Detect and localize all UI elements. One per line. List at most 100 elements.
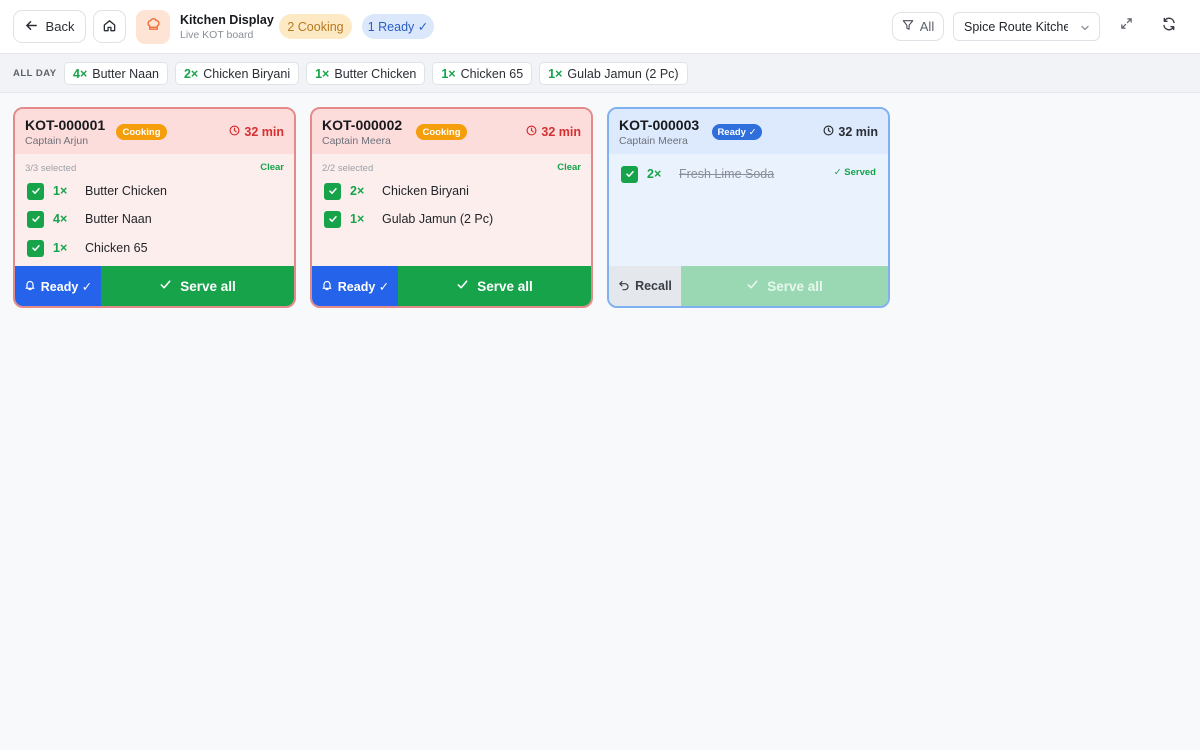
chip-qty: 2×	[183, 66, 199, 81]
timer-value: 32 min	[838, 125, 878, 139]
status-badge: Ready ✓	[712, 124, 762, 140]
kot-item[interactable]: 1× Chicken 65	[27, 239, 148, 257]
all-day-bar: ALL DAY 4× Butter Naan 2× Chicken Biryani …	[0, 54, 1200, 93]
kot-item[interactable]: 1× Gulab Jamun (2 Pc)	[324, 210, 493, 228]
filter-icon	[902, 19, 914, 34]
bell-icon	[24, 279, 36, 294]
all-day-chip[interactable]: 1× Butter Chicken	[306, 62, 426, 85]
captain-name: Captain Meera	[619, 135, 688, 147]
checkbox-checked-icon[interactable]	[27, 210, 44, 228]
item-qty: 1×	[350, 212, 365, 226]
mark-ready-button[interactable]: Ready ✓	[15, 266, 101, 306]
app-title: Kitchen Display	[180, 13, 274, 27]
item-name: Gulab Jamun (2 Pc)	[382, 212, 494, 226]
all-day-chip[interactable]: 1× Gulab Jamun (2 Pc)	[539, 62, 688, 85]
item-name: Fresh Lime Soda	[679, 167, 775, 181]
checkbox-checked-icon[interactable]	[324, 182, 341, 200]
check-icon	[456, 278, 469, 294]
kot-item[interactable]: 1× Butter Chicken	[27, 182, 167, 200]
recall-button[interactable]: Recall	[609, 266, 681, 306]
top-bar: Back Kitchen Display Live KOT board 2 Co…	[0, 0, 1200, 54]
kot-id: KOT-000001	[25, 117, 106, 133]
chip-qty: 4×	[73, 66, 88, 81]
status-badge: Cooking	[116, 124, 167, 140]
chip-name: Butter Chicken	[334, 66, 417, 81]
item-qty: 1×	[53, 241, 68, 255]
kot-card: KOT-000003 Captain Meera Ready ✓ 32 min …	[607, 107, 890, 308]
chip-qty: 1×	[548, 66, 563, 81]
mark-ready-button[interactable]: Ready ✓	[312, 266, 398, 306]
clear-selection-link[interactable]: Clear	[557, 162, 581, 173]
check-icon	[159, 278, 172, 294]
chevron-down-icon	[1080, 22, 1090, 36]
chef-hat-badge	[136, 10, 170, 44]
filter-button[interactable]: All	[892, 12, 944, 41]
kot-timer: 32 min	[229, 125, 284, 139]
serve-all-button[interactable]: Serve all	[398, 266, 591, 306]
item-qty: 2×	[647, 167, 662, 181]
checkbox-checked-icon[interactable]	[27, 239, 44, 257]
fullscreen-button[interactable]	[1114, 14, 1138, 38]
chip-qty: 1×	[315, 66, 330, 81]
all-day-label: ALL DAY	[13, 68, 57, 79]
arrow-left-icon	[25, 19, 38, 35]
filter-label: All	[919, 19, 935, 34]
chip-name: Chicken 65	[460, 66, 524, 81]
kot-item[interactable]: 4× Butter Naan	[27, 210, 152, 228]
home-button[interactable]	[93, 10, 126, 43]
expand-icon	[1120, 17, 1133, 35]
captain-name: Captain Arjun	[25, 135, 89, 147]
checkbox-checked-icon[interactable]	[621, 165, 638, 183]
kitchen-select[interactable]: Spice Route Kitchen	[953, 12, 1100, 41]
chip-name: Gulab Jamun (2 Pc)	[567, 66, 679, 81]
ready-count-pill[interactable]: 1 Ready ✓	[362, 14, 434, 39]
undo-icon	[618, 279, 630, 294]
checkbox-checked-icon[interactable]	[324, 210, 341, 228]
all-day-chip[interactable]: 1× Chicken 65	[432, 62, 533, 85]
kot-card-header: KOT-000001 Captain Arjun Cooking 32 min	[15, 109, 294, 154]
selected-count: 3/3 selected	[25, 163, 77, 174]
clock-icon	[229, 125, 240, 139]
kot-card-header: KOT-000002 Captain Meera Cooking 32 min	[312, 109, 591, 154]
recall-label: Recall	[635, 279, 672, 293]
item-qty: 4×	[53, 212, 68, 226]
clock-icon	[823, 125, 834, 139]
home-icon	[102, 18, 117, 36]
cooking-count-pill[interactable]: 2 Cooking	[279, 14, 352, 39]
kot-card: KOT-000001 Captain Arjun Cooking 32 min …	[13, 107, 296, 308]
checkbox-checked-icon[interactable]	[27, 182, 44, 200]
item-name: Butter Naan	[85, 212, 152, 226]
app-subtitle: Live KOT board	[180, 29, 254, 41]
refresh-button[interactable]	[1157, 14, 1181, 38]
kot-card-header: KOT-000003 Captain Meera Ready ✓ 32 min	[609, 109, 888, 154]
kot-item[interactable]: 2× Chicken Biryani	[324, 182, 469, 200]
kot-card-footer: Recall Serve all	[609, 266, 888, 306]
item-name: Chicken Biryani	[382, 184, 469, 198]
all-day-chip[interactable]: 2× Chicken Biryani	[174, 62, 300, 85]
chip-name: Butter Naan	[92, 66, 159, 81]
captain-name: Captain Meera	[322, 135, 391, 147]
chip-qty: 1×	[441, 66, 456, 81]
item-name: Butter Chicken	[85, 184, 167, 198]
item-qty: 2×	[350, 184, 365, 198]
kot-item[interactable]: 2× Fresh Lime Soda	[621, 165, 774, 183]
serve-all-label: Serve all	[767, 278, 823, 294]
serve-all-button[interactable]: Serve all	[681, 266, 888, 306]
clear-selection-link[interactable]: Clear	[260, 162, 284, 173]
back-label: Back	[45, 19, 75, 34]
kot-id: KOT-000003	[619, 117, 700, 133]
kot-timer: 32 min	[823, 125, 878, 139]
status-badge: Cooking	[416, 124, 467, 140]
bell-icon	[321, 279, 333, 294]
ready-button-label: Ready ✓	[337, 279, 390, 294]
back-button[interactable]: Back	[13, 10, 86, 43]
item-qty: 1×	[53, 184, 68, 198]
all-day-chip[interactable]: 4× Butter Naan	[64, 62, 168, 85]
kot-timer: 32 min	[526, 125, 581, 139]
chip-name: Chicken Biryani	[203, 66, 291, 81]
clock-icon	[526, 125, 537, 139]
item-name: Chicken 65	[85, 241, 148, 255]
kot-card-footer: Ready ✓ Serve all	[15, 266, 294, 306]
serve-all-label: Serve all	[180, 278, 236, 294]
serve-all-button[interactable]: Serve all	[101, 266, 294, 306]
